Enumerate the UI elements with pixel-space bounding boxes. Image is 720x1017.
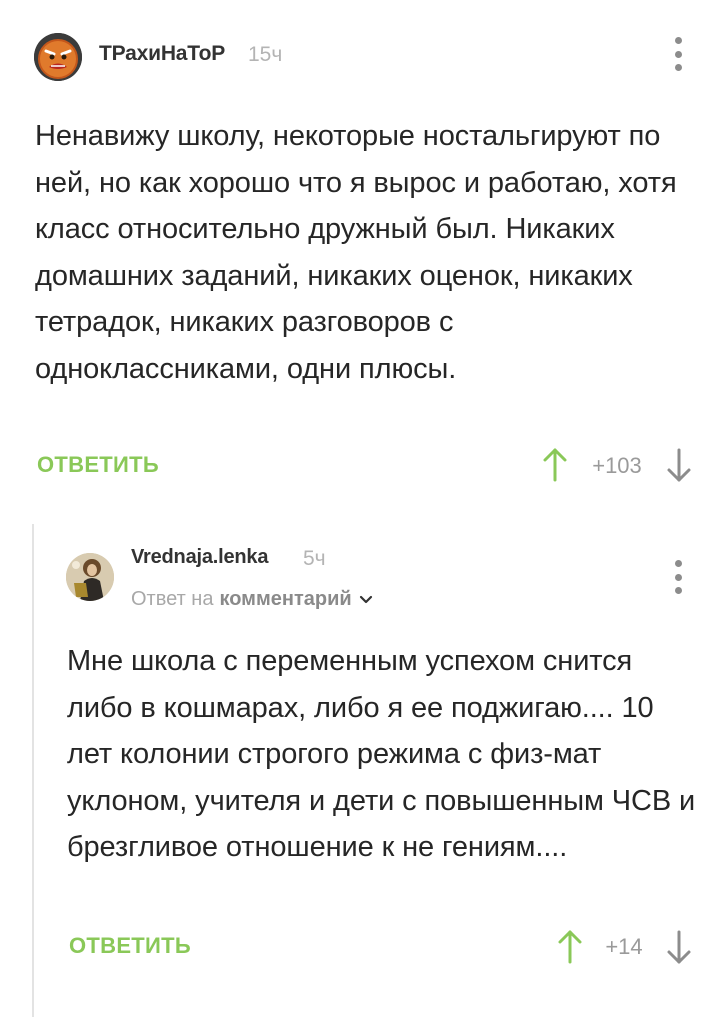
- dot: [674, 37, 682, 44]
- photo-avatar-icon: [66, 553, 114, 601]
- comment-1: ТРахиНаТоР 15ч Ненавижу школу, некоторые…: [0, 0, 720, 500]
- upvote-button[interactable]: [542, 447, 568, 483]
- dot: [674, 64, 682, 71]
- rating-value: +103: [592, 453, 642, 478]
- rating-value: +14: [605, 934, 643, 959]
- reply-button[interactable]: ОТВЕТИТЬ: [69, 933, 191, 959]
- comment-time: 15ч: [248, 43, 283, 66]
- username[interactable]: Vrednaja.lenka: [131, 546, 268, 569]
- more-options-icon[interactable]: [668, 37, 688, 71]
- downvote-button[interactable]: [666, 929, 692, 965]
- avatar[interactable]: [66, 553, 114, 601]
- downvote-button[interactable]: [666, 447, 692, 483]
- username[interactable]: ТРахиНаТоР: [99, 42, 225, 66]
- chevron-down-icon[interactable]: [358, 592, 374, 608]
- reply-to-target[interactable]: комментарий: [219, 588, 351, 611]
- arrow-up-icon: [543, 448, 567, 482]
- dot: [674, 573, 682, 581]
- comment-text: Мне школа с переменным успехом снится ли…: [67, 645, 696, 863]
- dot: [674, 50, 682, 58]
- avatar[interactable]: [34, 33, 82, 81]
- gingerbread-avatar-icon: [34, 33, 82, 81]
- reply-to-link[interactable]: Ответ на комментарий: [131, 588, 374, 611]
- comment-text: Ненавижу школу, некоторые ностальгируют …: [35, 120, 677, 385]
- dot: [674, 560, 682, 567]
- more-options-icon[interactable]: [668, 560, 688, 594]
- arrow-up-icon: [558, 930, 582, 964]
- comment-time: 5ч: [303, 547, 326, 570]
- reply-button[interactable]: ОТВЕТИТЬ: [37, 452, 159, 478]
- dot: [674, 587, 682, 594]
- reply-to-prefix: Ответ на: [131, 588, 214, 610]
- arrow-down-icon: [667, 448, 691, 482]
- upvote-button[interactable]: [557, 929, 583, 965]
- arrow-down-icon: [667, 930, 691, 964]
- comment-2: Vrednaja.lenka 5ч Ответ на комментарий М…: [0, 500, 720, 1017]
